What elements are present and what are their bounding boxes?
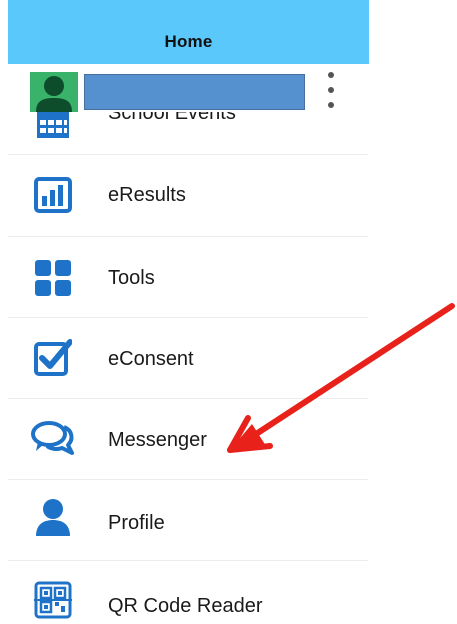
person-icon bbox=[36, 499, 70, 536]
menu-item-label: Messenger bbox=[108, 429, 207, 451]
menu-item-eresults[interactable]: eResults bbox=[8, 156, 368, 237]
calendar-icon bbox=[37, 112, 69, 138]
annotation-arrow-icon bbox=[227, 303, 455, 453]
page-title: Home bbox=[164, 32, 213, 51]
chat-bubbles-icon bbox=[31, 421, 74, 455]
menu-item-label: Tools bbox=[108, 267, 155, 289]
menu-item-qr-code-reader[interactable]: QR Code Reader bbox=[8, 561, 368, 624]
menu-item-label: School Events bbox=[108, 112, 236, 124]
menu-item-label: QR Code Reader bbox=[108, 595, 263, 617]
profile-bar bbox=[30, 72, 370, 112]
app-header: Home bbox=[8, 0, 369, 64]
menu-item-label: eResults bbox=[108, 184, 186, 206]
checkbox-icon bbox=[34, 339, 72, 376]
kebab-icon[interactable] bbox=[326, 72, 336, 108]
chart-icon bbox=[34, 177, 72, 213]
menu-item-label: Profile bbox=[108, 512, 165, 534]
avatar[interactable] bbox=[30, 72, 78, 112]
menu-item-school-events[interactable]: School Events bbox=[8, 112, 368, 155]
qr-code-icon bbox=[34, 581, 72, 619]
menu-item-label: eConsent bbox=[108, 348, 194, 370]
grid-icon bbox=[35, 260, 71, 296]
avatar-person-icon bbox=[36, 76, 72, 112]
user-name-redacted bbox=[84, 74, 305, 110]
menu-item-profile[interactable]: Profile bbox=[8, 480, 368, 561]
